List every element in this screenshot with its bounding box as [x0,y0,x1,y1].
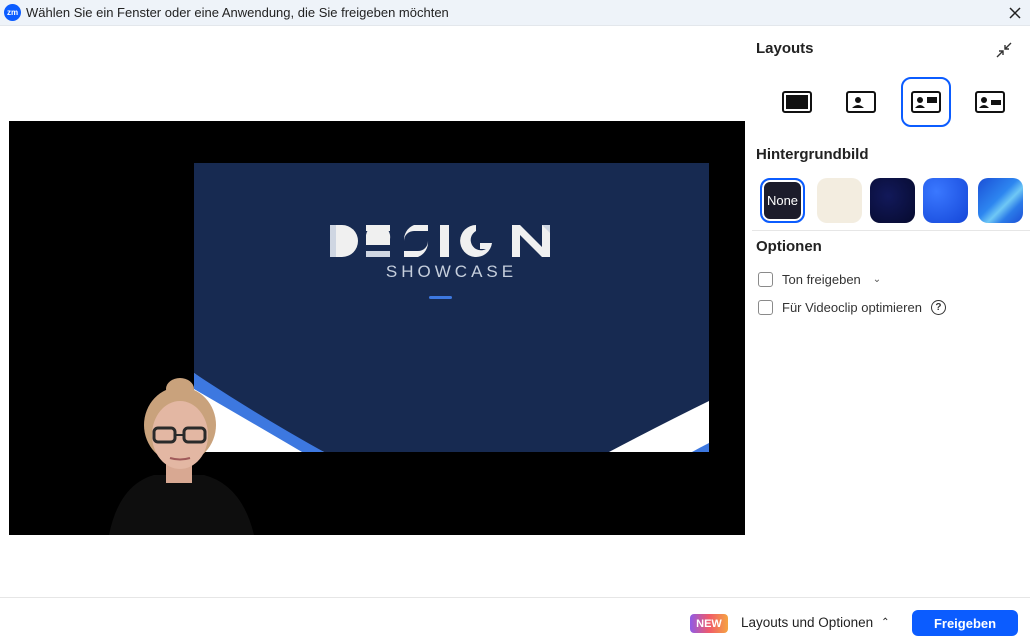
title-bar: zm Wählen Sie ein Fenster oder eine Anwe… [0,0,1030,26]
share-preview: SHOWCASE [9,121,745,535]
optimize-video-checkbox[interactable] [758,299,773,315]
optimize-video-option: Für Videoclip optimieren ? [758,297,946,317]
layout-standard-option[interactable] [966,78,1014,126]
side-by-side-layout-icon [911,91,941,113]
background-heading: Hintergrundbild [756,146,869,163]
background-blue-option[interactable] [923,178,968,223]
optimize-video-label: Für Videoclip optimieren [782,299,922,315]
close-icon[interactable] [1006,4,1024,22]
background-wave-option[interactable] [978,178,1023,223]
layout-picture-option[interactable] [837,78,885,126]
layout-options-panel: Layouts Hintergrundbild None Optionen To… [752,25,1030,597]
presenter-video [109,378,254,535]
slide-decorative-arc [194,373,709,452]
layouts-options-label: Layouts und Optionen [741,615,874,630]
options-heading: Optionen [756,238,822,255]
window-title: Wählen Sie ein Fenster oder eine Anwendu… [26,5,449,20]
background-cream-option[interactable] [817,178,862,223]
help-icon[interactable]: ? [930,299,946,315]
chevron-down-icon[interactable]: ⌄ [873,274,881,285]
layout-side-by-side-option[interactable] [901,77,951,127]
layouts-options-toggle[interactable]: Layouts und Optionen ⌃ [741,615,890,630]
standard-layout-icon [975,91,1005,113]
chevron-up-icon: ⌃ [881,617,890,628]
fullscreen-layout-icon [782,91,812,113]
share-sound-checkbox[interactable] [758,271,773,287]
footer-bar: NEW Layouts und Optionen ⌃ Freigeben [0,597,1030,643]
share-button[interactable]: Freigeben [912,610,1018,636]
share-sound-option: Ton freigeben ⌄ [758,269,881,289]
background-navy-option[interactable] [870,178,915,223]
zoom-app-icon: zm [4,4,21,21]
collapse-icon[interactable] [995,41,1013,59]
layouts-heading: Layouts [756,40,814,57]
background-none-option[interactable]: None [760,178,805,223]
new-badge: NEW [690,614,728,633]
presentation-slide: SHOWCASE [194,163,709,452]
share-sound-label: Ton freigeben [782,271,861,287]
layout-fullscreen-option[interactable] [773,78,821,126]
section-divider [752,230,1030,231]
picture-layout-icon [846,91,876,113]
